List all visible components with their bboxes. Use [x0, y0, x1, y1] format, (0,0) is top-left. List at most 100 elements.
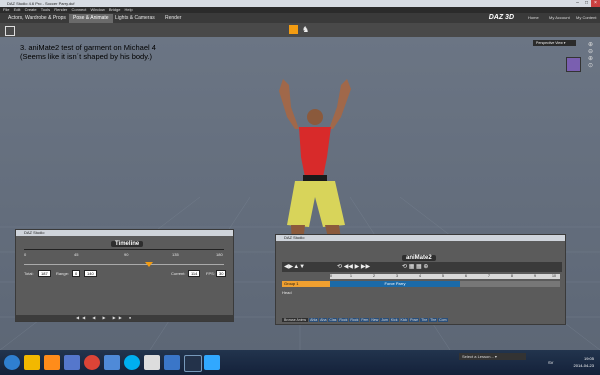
range-label: Range: [56, 271, 69, 276]
language-indicator[interactable]: SV [548, 360, 553, 365]
transport-controls-icon[interactable]: ◀◀ ◀ ▶ ▶▶ ● [76, 315, 134, 320]
start-button[interactable] [4, 355, 20, 370]
total-field[interactable]: 187 [38, 270, 51, 277]
toolbar: ♞ [0, 23, 600, 37]
clock-date[interactable]: 2014-04-23 [574, 363, 594, 368]
tab-render[interactable]: Render [161, 14, 185, 23]
tools-icon[interactable]: ⟲ ▦ ▦ ⊕ [402, 263, 428, 270]
tab-lights-cameras[interactable]: Lights & Cameras [111, 14, 159, 23]
lesson-select-label: Select a Lesson... [462, 354, 494, 359]
explorer-icon[interactable] [24, 355, 40, 370]
menu-item-create[interactable]: Create [25, 7, 37, 12]
tick-45: 45 [74, 252, 79, 257]
category-tab[interactable]: Aha [319, 318, 328, 322]
range-end-field[interactable]: 140 [84, 270, 97, 277]
animate2-window: DAZ Studio aniMate2 ◀▶▲▼ ⟲ ◀◀ ▶ ▶▶ ⟲ ▦ ▦… [275, 234, 566, 325]
category-tab[interactable]: Ahla [309, 318, 319, 322]
category-tab[interactable]: Kick [389, 318, 399, 322]
annotation-text: 3. aniMate2 test of garment on Michael 4… [20, 43, 156, 61]
category-tab[interactable]: The [420, 318, 429, 322]
playback-icon[interactable]: ⟲ ◀◀ ▶ ▶▶ [337, 263, 370, 270]
close-button[interactable]: × [591, 0, 600, 7]
home-link[interactable]: Home [528, 13, 539, 23]
tab-pose-animate[interactable]: Pose & Animate [69, 14, 113, 23]
menu-item-help[interactable]: Help [125, 7, 133, 12]
taskbar-app-icon[interactable] [144, 355, 160, 370]
category-tab[interactable]: New [370, 318, 380, 322]
taskbar-app-icon[interactable] [164, 355, 180, 370]
track-empty-area[interactable] [460, 281, 560, 287]
move-arrows-icon[interactable]: ◀▶▲▼ [284, 263, 305, 270]
window-title: DAZ Studio 4.6 Pro - Soccer Parry.duf [7, 1, 75, 6]
category-tab[interactable]: Fem [360, 318, 370, 322]
menu-item-connect[interactable]: Connect [71, 7, 86, 12]
my-content-link[interactable]: My Content [576, 13, 596, 23]
lesson-select[interactable]: Select a Lesson... ▾ [459, 353, 526, 360]
timeline-track[interactable] [24, 264, 224, 265]
fps-label: FPS: [206, 271, 215, 276]
category-tab[interactable]: Pose [409, 318, 420, 322]
menu-item-tools[interactable]: Tools [41, 7, 50, 12]
tick-180: 180 [216, 252, 223, 257]
a-tick-4: 4 [419, 274, 421, 278]
a-tick-1: 1 [350, 274, 352, 278]
category-tab[interactable]: Rock [349, 318, 360, 322]
timeline-window: DAZ Studio Timeline 0 45 90 135 180 Tota… [15, 229, 234, 322]
maximize-button[interactable]: □ [582, 0, 591, 7]
annotation-line2: (Seems like it isn´t shaped by his body.… [20, 52, 153, 61]
annotation-line1: 3. aniMate2 test of garment on Michael 4 [20, 43, 156, 52]
camera-controls-icon[interactable]: ⊕ ⊖ ⊕ ⊙ [588, 42, 593, 70]
my-account-link[interactable]: My Account [549, 13, 570, 23]
media-player-icon[interactable] [44, 355, 60, 370]
skype-icon[interactable] [124, 355, 140, 370]
menu-item-file[interactable]: File [3, 7, 9, 12]
animate2-title: aniMate2 [402, 255, 436, 261]
a-tick-0: 0 [330, 274, 332, 278]
current-label: Current: [171, 271, 186, 276]
total-label: Total: [24, 271, 34, 276]
category-tab[interactable]: Com [438, 318, 448, 322]
timeline-divider [24, 249, 224, 250]
daz-studio-task-icon[interactable] [184, 355, 202, 372]
animate-tool-icon[interactable] [289, 25, 298, 34]
a-tick-5: 5 [442, 274, 444, 278]
daz-logo: DAZ 3D [488, 14, 514, 21]
scene-tool-icon[interactable] [5, 26, 15, 36]
tick-0: 0 [24, 252, 27, 257]
clock-time[interactable]: 19:05 [584, 356, 594, 361]
taskbar-app-icon[interactable] [64, 355, 80, 370]
photoshop-icon[interactable] [204, 355, 220, 370]
a-tick-7: 7 [488, 274, 490, 278]
menu-item-window[interactable]: Window [91, 7, 105, 12]
fps-field[interactable]: 30 [216, 270, 227, 277]
category-tab[interactable]: The [429, 318, 438, 322]
menu-item-render[interactable]: Render [54, 7, 67, 12]
minimize-button[interactable]: – [573, 0, 582, 7]
track-head-label: Head [282, 290, 292, 295]
chrome-icon[interactable] [84, 355, 100, 370]
tick-90: 90 [124, 252, 129, 257]
category-tab[interactable]: Kick [399, 318, 409, 322]
category-tab[interactable]: Clas [328, 318, 338, 322]
animate2-ruler[interactable]: 0 1 2 3 4 5 6 7 8 9 10 [330, 274, 560, 279]
category-tab[interactable]: Rock [338, 318, 349, 322]
menu-item-bridge[interactable]: Bridge [109, 7, 121, 12]
camera-selector[interactable]: Perspective View ▾ [533, 40, 576, 46]
playhead-marker[interactable] [145, 262, 153, 267]
range-start-field[interactable]: 0 [72, 270, 81, 277]
figure-tool-icon[interactable]: ♞ [302, 25, 310, 34]
force-parry-block[interactable]: Force Parry [330, 281, 460, 287]
tick-135: 135 [172, 252, 179, 257]
current-field[interactable]: 114 [188, 270, 201, 277]
view-cube-icon[interactable] [566, 57, 581, 72]
transport-bar: ◀◀ ◀ ▶ ▶▶ ● [16, 315, 233, 321]
a-tick-3: 3 [396, 274, 398, 278]
menu-item-edit[interactable]: Edit [14, 7, 21, 12]
a-tick-8: 8 [511, 274, 513, 278]
timeline-title: Timeline [111, 241, 144, 247]
browse-anims-tab[interactable]: Browse Anims [282, 318, 309, 322]
tab-actors-wardrobe-props[interactable]: Actors, Wardrobe & Props [4, 14, 70, 23]
taskbar-app-icon[interactable] [104, 355, 120, 370]
category-tab[interactable]: Jum [380, 318, 389, 322]
track-group-1[interactable]: Group 1 [282, 281, 330, 287]
